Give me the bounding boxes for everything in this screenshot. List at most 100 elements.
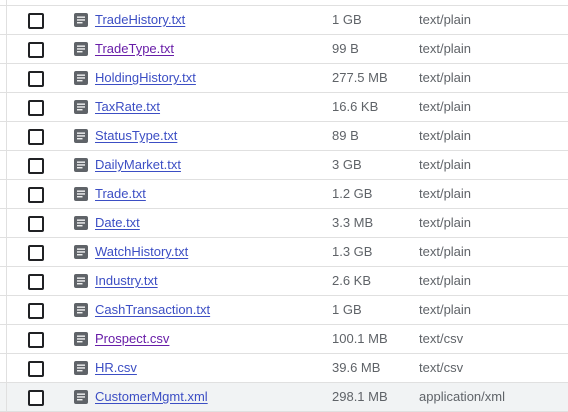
document-icon (74, 390, 88, 404)
table-row[interactable]: TaxRate.txt 16.6 KB text/plain (0, 93, 568, 122)
row-select-checkbox[interactable] (28, 361, 44, 377)
row-select-checkbox[interactable] (28, 187, 44, 203)
document-icon (74, 303, 88, 317)
file-type: text/plain (419, 128, 472, 143)
row-select-checkbox[interactable] (28, 245, 44, 261)
table-row[interactable]: CustomerMgmt.xml 298.1 MB application/xm… (0, 383, 568, 412)
file-size: 298.1 MB (332, 389, 388, 404)
file-type: text/csv (419, 331, 464, 346)
column-divider (6, 209, 7, 237)
row-select-checkbox[interactable] (28, 100, 44, 116)
row-select-checkbox[interactable] (28, 303, 44, 319)
file-type: text/plain (419, 273, 472, 288)
file-size: 277.5 MB (332, 70, 388, 85)
table-row[interactable]: CashTransaction.txt 1 GB text/plain (0, 296, 568, 325)
file-name-link[interactable]: DailyMarket.txt (95, 157, 181, 173)
file-size: 3 GB (332, 157, 362, 172)
file-size: 16.6 KB (332, 99, 379, 114)
file-type: text/plain (419, 41, 472, 56)
document-icon (74, 332, 88, 346)
file-type: text/plain (419, 244, 472, 259)
document-icon (74, 216, 88, 230)
document-icon (74, 129, 88, 143)
column-divider (6, 64, 7, 92)
column-divider (6, 122, 7, 150)
table-row[interactable]: Date.txt 3.3 MB text/plain (0, 209, 568, 238)
column-divider (6, 180, 7, 208)
row-select-checkbox[interactable] (28, 216, 44, 232)
document-icon (74, 245, 88, 259)
file-size: 1.2 GB (332, 186, 373, 201)
file-type: text/plain (419, 157, 472, 172)
column-divider (6, 0, 7, 5)
file-list-table: TradeHistory.txt 1 GB text/plain TradeTy… (0, 0, 568, 412)
file-size: 1 GB (332, 302, 362, 317)
table-row[interactable]: Prospect.csv 100.1 MB text/csv (0, 325, 568, 354)
file-name-link[interactable]: HoldingHistory.txt (95, 70, 196, 86)
file-size: 99 B (332, 41, 359, 56)
file-name-link[interactable]: Trade.txt (95, 186, 146, 202)
row-select-checkbox[interactable] (28, 332, 44, 348)
file-type: text/plain (419, 186, 472, 201)
table-row[interactable]: Industry.txt 2.6 KB text/plain (0, 267, 568, 296)
file-rows: TradeHistory.txt 1 GB text/plain TradeTy… (0, 6, 568, 412)
file-name-link[interactable]: CashTransaction.txt (95, 302, 210, 318)
file-name-link[interactable]: WatchHistory.txt (95, 244, 188, 260)
document-icon (74, 158, 88, 172)
file-size: 1.3 GB (332, 244, 373, 259)
row-select-checkbox[interactable] (28, 129, 44, 145)
document-icon (74, 274, 88, 288)
table-row[interactable]: TradeHistory.txt 1 GB text/plain (0, 6, 568, 35)
row-select-checkbox[interactable] (28, 390, 44, 406)
table-row[interactable]: HoldingHistory.txt 277.5 MB text/plain (0, 64, 568, 93)
file-size: 39.6 MB (332, 360, 381, 375)
column-divider (6, 325, 7, 353)
row-select-checkbox[interactable] (28, 71, 44, 87)
column-divider (6, 238, 7, 266)
file-size: 100.1 MB (332, 331, 388, 346)
row-select-checkbox[interactable] (28, 42, 44, 58)
row-select-checkbox[interactable] (28, 274, 44, 290)
file-type: text/plain (419, 12, 472, 27)
column-divider (6, 93, 7, 121)
file-size: 89 B (332, 128, 359, 143)
table-row[interactable]: DailyMarket.txt 3 GB text/plain (0, 151, 568, 180)
column-divider (6, 383, 7, 411)
file-size: 1 GB (332, 12, 362, 27)
table-row[interactable]: TradeType.txt 99 B text/plain (0, 35, 568, 64)
column-divider (6, 151, 7, 179)
file-size: 3.3 MB (332, 215, 374, 230)
document-icon (74, 361, 88, 375)
file-type: text/plain (419, 99, 472, 114)
column-divider (6, 296, 7, 324)
document-icon (74, 71, 88, 85)
file-name-link[interactable]: TradeHistory.txt (95, 12, 185, 28)
file-name-link[interactable]: Industry.txt (95, 273, 158, 289)
file-type: text/plain (419, 302, 472, 317)
file-name-link[interactable]: CustomerMgmt.xml (95, 389, 208, 405)
column-divider (6, 6, 7, 34)
row-select-checkbox[interactable] (28, 13, 44, 29)
table-row[interactable]: HR.csv 39.6 MB text/csv (0, 354, 568, 383)
file-type: text/plain (419, 70, 472, 85)
file-type: text/plain (419, 215, 472, 230)
table-row[interactable]: WatchHistory.txt 1.3 GB text/plain (0, 238, 568, 267)
file-name-link[interactable]: StatusType.txt (95, 128, 177, 144)
file-name-link[interactable]: TaxRate.txt (95, 99, 160, 115)
column-divider (6, 35, 7, 63)
file-name-link[interactable]: TradeType.txt (95, 41, 174, 57)
table-row[interactable]: StatusType.txt 89 B text/plain (0, 122, 568, 151)
file-name-link[interactable]: HR.csv (95, 360, 137, 376)
column-divider (6, 354, 7, 382)
table-row[interactable]: Trade.txt 1.2 GB text/plain (0, 180, 568, 209)
file-name-link[interactable]: Date.txt (95, 215, 140, 231)
row-select-checkbox[interactable] (28, 158, 44, 174)
document-icon (74, 100, 88, 114)
document-icon (74, 13, 88, 27)
document-icon (74, 187, 88, 201)
document-icon (74, 42, 88, 56)
file-name-link[interactable]: Prospect.csv (95, 331, 169, 347)
file-size: 2.6 KB (332, 273, 372, 288)
column-divider (6, 267, 7, 295)
file-type: text/csv (419, 360, 464, 375)
